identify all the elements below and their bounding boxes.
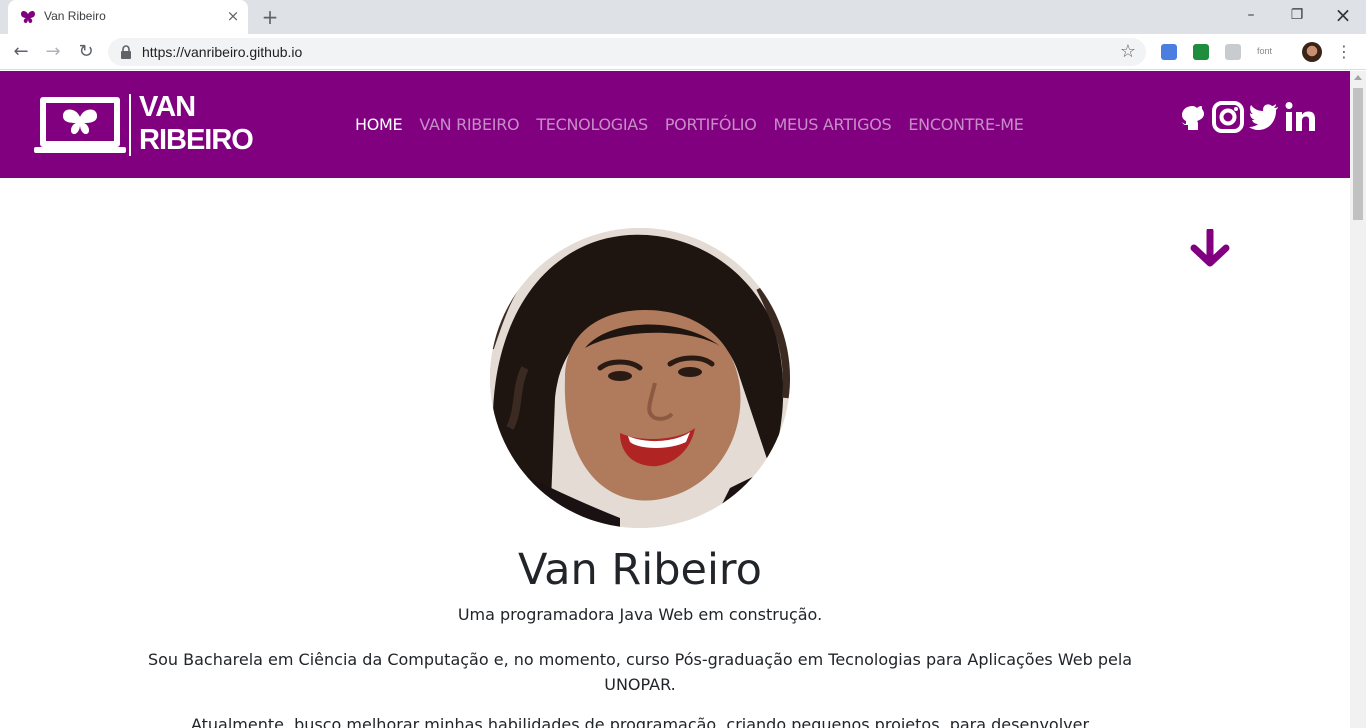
site-logo[interactable]: VAN RIBEIRO: [34, 91, 254, 159]
tab-close-icon[interactable]: ×: [225, 8, 241, 24]
twitter-icon[interactable]: [1246, 100, 1280, 134]
extension-icon[interactable]: [1161, 44, 1177, 60]
nav-item-portifolio[interactable]: PORTIFÓLIO: [665, 115, 757, 134]
bio-paragraph: Atualmente, busco melhorar minhas habili…: [190, 715, 1090, 728]
page-scrollbar[interactable]: [1350, 71, 1366, 728]
back-button[interactable]: ←: [9, 40, 33, 64]
extension-icon[interactable]: [1193, 44, 1209, 60]
new-tab-button[interactable]: +: [258, 5, 282, 29]
scrollbar-thumb[interactable]: [1353, 88, 1363, 220]
nav-item-tecnologias[interactable]: TECNOLOGIAS: [536, 115, 648, 134]
logo-divider: [129, 94, 131, 156]
address-bar[interactable]: https://vanribeiro.github.io ☆: [108, 38, 1146, 66]
minimize-button[interactable]: –: [1228, 0, 1274, 30]
linkedin-icon[interactable]: [1283, 100, 1317, 134]
butterfly-favicon-icon: [21, 11, 35, 23]
restore-button[interactable]: ❐: [1274, 0, 1320, 30]
bio-paragraph: Sou Bacharela em Ciência da Computação e…: [147, 650, 1133, 694]
profile-avatar[interactable]: [1302, 42, 1322, 62]
site-header: VAN RIBEIRO HOME VAN RIBEIRO TECNOLOGIAS…: [0, 71, 1350, 178]
extension-icon[interactable]: [1225, 44, 1241, 60]
nav-item-encontre-me[interactable]: ENCONTRE-ME: [908, 115, 1024, 134]
forward-button[interactable]: →: [41, 40, 65, 64]
logo-line2: RIBEIRO: [139, 124, 254, 156]
bookmark-star-icon[interactable]: ☆: [1120, 41, 1136, 63]
arrow-down-icon[interactable]: [1188, 229, 1232, 269]
profile-name: Van Ribeiro: [518, 545, 762, 595]
nav-item-van-ribeiro[interactable]: VAN RIBEIRO: [419, 115, 519, 134]
instagram-icon[interactable]: [1211, 100, 1245, 134]
lock-icon: [121, 45, 131, 59]
logo-text: VAN RIBEIRO: [139, 91, 254, 157]
profile-photo-image: [490, 228, 790, 528]
scroll-up-icon[interactable]: [1354, 75, 1362, 80]
tab-title: Van Ribeiro: [44, 9, 106, 23]
logo-line1: VAN: [139, 91, 196, 123]
browser-toolbar: ← → ↻ https://vanribeiro.github.io ☆ fon…: [0, 34, 1366, 70]
url-text: https://vanribeiro.github.io: [142, 44, 303, 60]
font-extension-icon[interactable]: font: [1257, 46, 1272, 56]
browser-menu-icon[interactable]: ⋮: [1336, 42, 1352, 62]
page-viewport: VAN RIBEIRO HOME VAN RIBEIRO TECNOLOGIAS…: [0, 71, 1350, 728]
profile-photo: [490, 228, 790, 528]
nav-item-home[interactable]: HOME: [355, 115, 403, 134]
browser-tabbar: Van Ribeiro × + – ❐ ×: [0, 0, 1366, 34]
reload-button[interactable]: ↻: [74, 40, 98, 64]
browser-tab[interactable]: Van Ribeiro ×: [8, 0, 248, 34]
profile-tagline: Uma programadora Java Web em construção.: [457, 605, 823, 624]
nav-item-meus-artigos[interactable]: MEUS ARTIGOS: [774, 115, 892, 134]
main-nav: HOME VAN RIBEIRO TECNOLOGIAS PORTIFÓLIO …: [355, 115, 1041, 134]
laptop-logo-icon: [34, 97, 126, 153]
close-window-button[interactable]: ×: [1320, 0, 1366, 30]
github-icon[interactable]: [1176, 100, 1210, 134]
